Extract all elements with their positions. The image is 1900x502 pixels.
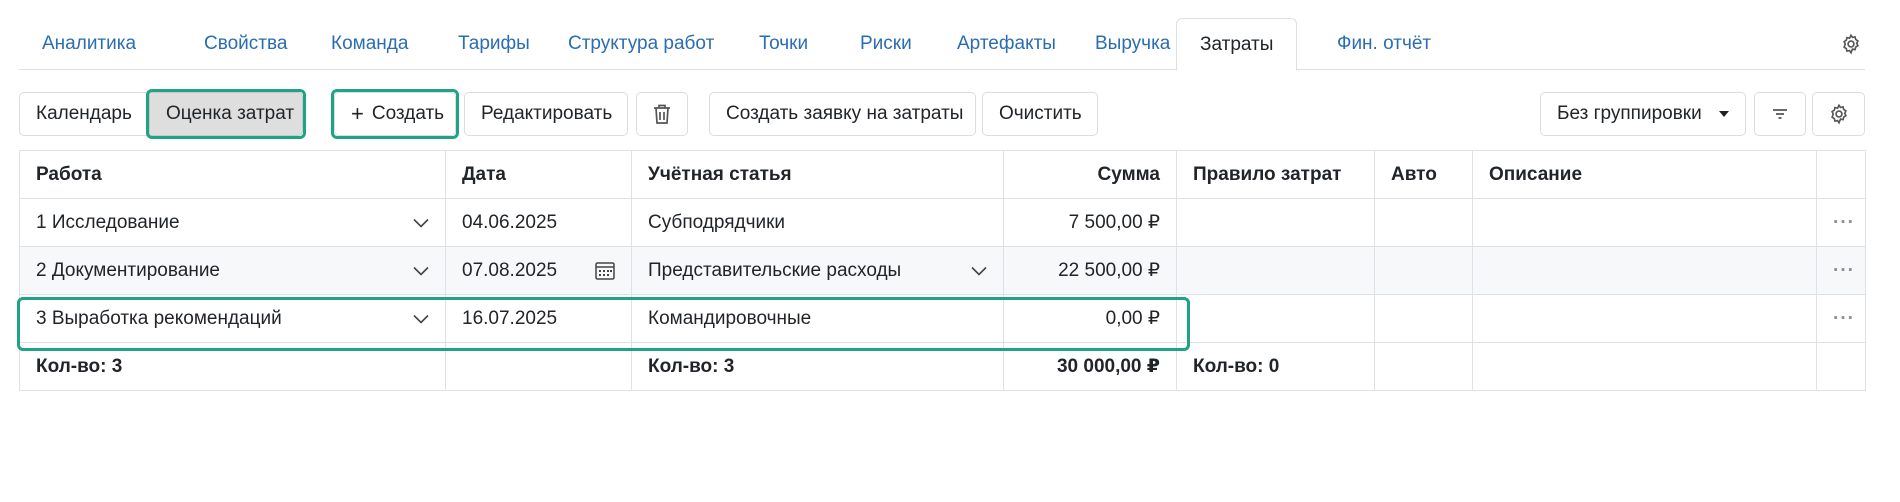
expenses-table: Работа Дата Учётная статья Сумма Правило… [19,150,1866,391]
table-row[interactable]: 2 Документирование 07.08.2025 Представит… [19,246,1866,295]
auto-cell[interactable] [1374,246,1473,295]
sum-cell[interactable]: 0,00 ₽ [1003,294,1177,343]
filter-icon [1773,109,1787,119]
account-cell[interactable]: Субподрядчики [631,198,1004,247]
tab-tariffs[interactable]: Тарифы [435,18,553,70]
row-menu-ellipsis-icon[interactable]: ··· [1816,198,1866,247]
work-cell[interactable]: 2 Документирование [19,246,446,295]
table-row[interactable]: 1 Исследование 04.06.2025 Субподрядчики … [19,198,1866,247]
header-date[interactable]: Дата [445,150,632,199]
description-cell[interactable] [1472,294,1817,343]
account-cell[interactable]: Представительские расходы [631,246,1004,295]
auto-cell[interactable] [1374,294,1473,343]
gear-icon[interactable] [1837,30,1865,58]
rule-cell[interactable] [1176,246,1375,295]
tab-artifacts[interactable]: Артефакты [934,18,1079,70]
account-cell[interactable]: Командировочные [631,294,1004,343]
description-cell[interactable] [1472,246,1817,295]
date-cell[interactable]: 04.06.2025 [445,198,632,247]
footer-description-empty [1472,342,1817,391]
footer-account-count: Кол-во: 3 [631,342,1004,391]
header-actions [1816,150,1866,199]
tab-analytics[interactable]: Аналитика [19,18,159,70]
chevron-down-icon[interactable] [413,314,429,324]
table-settings-button[interactable] [1812,92,1865,136]
tab-points[interactable]: Точки [736,18,831,70]
tab-bar: Аналитика Свойства Команда Тарифы Структ… [19,18,1865,71]
date-cell[interactable]: 07.08.2025 [445,246,632,295]
rule-cell[interactable] [1176,294,1375,343]
chevron-down-icon[interactable] [971,266,987,276]
caret-down-icon [1719,111,1729,117]
chevron-down-icon[interactable] [413,266,429,276]
work-value: 1 Исследование [36,211,180,233]
work-value: 3 Выработка рекомендаций [36,307,282,329]
sum-cell[interactable]: 7 500,00 ₽ [1003,198,1177,247]
gear-icon [1830,103,1847,125]
calendar-view-button[interactable]: Календарь [19,92,149,136]
footer-sum-total: 30 000,00 ₽ [1003,342,1177,391]
clear-button[interactable]: Очистить [982,92,1098,136]
create-request-button[interactable]: Создать заявку на затраты [709,92,976,136]
filter-button[interactable] [1754,92,1806,136]
description-cell[interactable] [1472,198,1817,247]
row-menu-ellipsis-icon[interactable]: ··· [1816,294,1866,343]
header-work[interactable]: Работа [19,150,446,199]
plus-icon: + [351,101,364,126]
chevron-down-icon[interactable] [413,218,429,228]
header-auto[interactable]: Авто [1374,150,1473,199]
tab-fin-report[interactable]: Фин. отчёт [1314,18,1454,70]
account-value: Представительские расходы [648,259,902,281]
header-sum[interactable]: Сумма [1003,150,1177,199]
table-header-row: Работа Дата Учётная статья Сумма Правило… [19,150,1866,199]
calendar-icon[interactable] [595,261,615,280]
estimate-view-button[interactable]: Оценка затрат [149,92,303,136]
trash-icon [654,104,670,124]
tab-expenses[interactable]: Затраты [1176,18,1298,71]
grouping-select[interactable]: Без группировки [1540,92,1746,136]
row-menu-ellipsis-icon[interactable]: ··· [1816,246,1866,295]
sum-cell[interactable]: 22 500,00 ₽ [1003,246,1177,295]
date-cell[interactable]: 16.07.2025 [445,294,632,343]
tab-risks[interactable]: Риски [837,18,935,70]
grouping-label: Без группировки [1557,103,1702,124]
auto-cell[interactable] [1374,198,1473,247]
header-description[interactable]: Описание [1472,150,1817,199]
work-value: 2 Документирование [36,259,220,281]
rule-cell[interactable] [1176,198,1375,247]
create-button[interactable]: + Создать [334,92,456,136]
date-value: 07.08.2025 [462,259,558,281]
header-rule[interactable]: Правило затрат [1176,150,1375,199]
footer-rule-count: Кол-во: 0 [1176,342,1375,391]
edit-button[interactable]: Редактировать [464,92,628,136]
footer-work-count: Кол-во: 3 [19,342,446,391]
header-account[interactable]: Учётная статья [631,150,1004,199]
tab-properties[interactable]: Свойства [181,18,310,70]
tab-work-structure[interactable]: Структура работ [545,18,737,70]
footer-date-empty [445,342,632,391]
work-cell[interactable]: 3 Выработка рекомендаций [19,294,446,343]
footer-auto-empty [1374,342,1473,391]
footer-actions-empty [1816,342,1866,391]
table-row[interactable]: 3 Выработка рекомендаций 16.07.2025 Кома… [19,294,1866,343]
delete-button[interactable] [636,92,688,136]
table-footer-row: Кол-во: 3 Кол-во: 3 30 000,00 ₽ Кол-во: … [19,342,1866,391]
create-label: Создать [371,103,445,124]
tab-team[interactable]: Команда [308,18,431,70]
work-cell[interactable]: 1 Исследование [19,198,446,247]
